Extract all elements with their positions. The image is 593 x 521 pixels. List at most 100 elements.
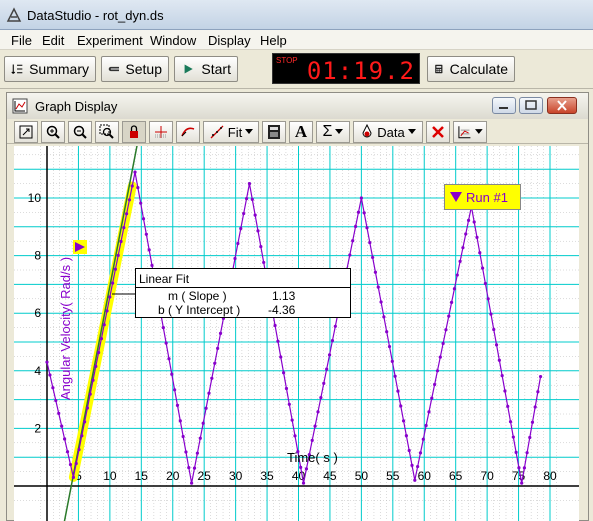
data-dropdown[interactable]: Data <box>353 121 423 143</box>
data-point <box>310 438 314 442</box>
data-point <box>301 481 306 485</box>
data-point <box>167 357 171 361</box>
y-tick-label: 10 <box>28 191 42 205</box>
data-point <box>517 466 521 470</box>
data-point <box>376 285 380 289</box>
data-point <box>284 386 289 391</box>
run-1-legend[interactable]: Run #1 <box>444 184 521 210</box>
x-tick-label: 30 <box>229 469 243 483</box>
graph-settings-icon <box>458 126 471 139</box>
curve-icon <box>181 127 195 137</box>
zoom-in-button[interactable] <box>41 121 65 143</box>
setup-button[interactable]: Setup <box>101 56 169 82</box>
data-point <box>325 367 329 371</box>
data-point <box>88 392 92 396</box>
data-point <box>390 359 394 364</box>
data-point <box>276 339 280 343</box>
run-1-label: Run #1 <box>466 189 508 205</box>
data-point <box>173 388 177 392</box>
data-point <box>348 253 352 257</box>
chevron-down-icon <box>335 129 344 134</box>
data-point <box>480 266 485 270</box>
scale-to-fit-button[interactable] <box>14 121 38 143</box>
menu-help[interactable]: Help <box>260 33 287 48</box>
fit-box-title: Linear Fit <box>139 272 190 286</box>
x-tick-label: 65 <box>449 469 463 483</box>
data-point <box>250 197 254 201</box>
menu-file[interactable]: File <box>11 33 32 48</box>
data-point <box>178 419 182 423</box>
fit-slope-value: 1.13 <box>272 289 296 303</box>
calculate-button[interactable]: Calculate <box>427 56 515 82</box>
data-point <box>362 211 366 215</box>
data-point <box>192 466 197 470</box>
x-tick-label: 45 <box>323 469 337 483</box>
data-point <box>382 315 386 319</box>
data-point <box>410 463 414 467</box>
data-point <box>441 341 445 346</box>
data-point <box>65 450 70 454</box>
data-point <box>299 465 303 469</box>
statistics-dropdown[interactable]: Σ <box>316 121 350 143</box>
slope-tool-button[interactable] <box>149 121 173 143</box>
data-point <box>447 314 451 318</box>
data-point <box>396 389 400 393</box>
fit-region-flag-icon[interactable] <box>73 240 87 254</box>
data-point <box>164 341 168 345</box>
add-note-button[interactable] <box>176 121 200 143</box>
data-point <box>304 467 309 471</box>
data-point <box>455 273 459 277</box>
statistics-calculator-button[interactable] <box>262 121 286 143</box>
fit-intercept-value: -4.36 <box>268 303 296 317</box>
data-point <box>187 465 191 470</box>
menu-display[interactable]: Display <box>208 33 251 48</box>
text-tool-button[interactable]: A <box>289 121 313 143</box>
restore-button[interactable] <box>519 97 543 114</box>
data-point <box>279 355 283 359</box>
zoom-out-button[interactable] <box>68 121 92 143</box>
data-point <box>478 251 482 255</box>
fit-dropdown[interactable]: Fit <box>203 121 259 143</box>
data-point <box>438 355 442 359</box>
start-button[interactable]: Start <box>174 56 238 82</box>
start-label: Start <box>201 61 231 77</box>
graph-settings-dropdown[interactable] <box>453 121 487 143</box>
data-point <box>475 235 479 239</box>
title-bar: DataStudio - rot_dyn.ds <box>0 0 593 30</box>
data-point <box>116 253 120 257</box>
zoom-in-icon <box>46 125 60 139</box>
data-point <box>282 371 286 375</box>
fit-line-icon <box>210 125 224 139</box>
delete-x-icon <box>432 126 444 138</box>
minimize-button[interactable] <box>492 97 516 114</box>
data-point <box>530 420 535 424</box>
menu-bar: File Edit Experiment Window Display Help <box>0 30 593 50</box>
x-tick-label: 60 <box>418 469 432 483</box>
smart-tool-button[interactable] <box>122 121 146 143</box>
data-point <box>379 300 383 304</box>
zoom-out-icon <box>73 125 87 139</box>
menu-edit[interactable]: Edit <box>42 33 64 48</box>
data-point <box>466 218 471 222</box>
menu-experiment[interactable]: Experiment <box>77 33 143 48</box>
data-point <box>533 405 537 409</box>
menu-window[interactable]: Window <box>150 33 196 48</box>
chevron-down-icon <box>407 129 416 134</box>
data-point <box>77 448 81 452</box>
summary-button[interactable]: Summary <box>4 56 96 82</box>
data-point <box>508 420 513 424</box>
zoom-select-button[interactable] <box>95 121 119 143</box>
setup-icon <box>108 66 120 72</box>
graph-window-titlebar[interactable]: Graph Display <box>7 93 588 119</box>
linear-fit-box[interactable]: Linear Fit m ( Slope ) 1.13 b ( Y Interc… <box>135 268 351 318</box>
play-icon <box>184 64 193 74</box>
data-point <box>130 184 134 188</box>
crosshair-grid-icon <box>155 126 167 138</box>
remove-data-button[interactable] <box>426 121 450 143</box>
data-point <box>401 419 406 423</box>
data-point <box>525 451 529 455</box>
data-point <box>259 245 263 249</box>
x-tick-label: 55 <box>386 469 400 483</box>
close-window-button[interactable] <box>547 97 577 114</box>
data-point <box>427 410 431 414</box>
